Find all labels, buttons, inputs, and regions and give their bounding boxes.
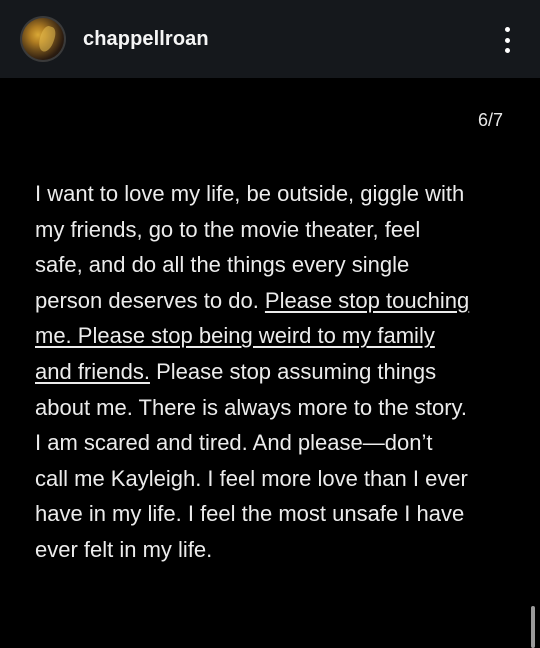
menu-dot xyxy=(504,37,510,43)
username-link[interactable]: chappellroan xyxy=(83,27,209,51)
statement-text-part: Please stop assuming things about me. Th… xyxy=(35,358,468,562)
menu-dot xyxy=(504,48,510,53)
scrollbar[interactable] xyxy=(531,606,535,648)
statement-text: I want to love my life, be outside, gigg… xyxy=(35,176,513,568)
slide-counter: 6/7 xyxy=(477,110,503,130)
menu-dot xyxy=(504,27,510,32)
profile-photo-icon xyxy=(22,18,64,60)
avatar[interactable] xyxy=(20,16,66,62)
more-options-icon[interactable] xyxy=(496,24,518,56)
post-header: chappellroan xyxy=(0,0,540,78)
